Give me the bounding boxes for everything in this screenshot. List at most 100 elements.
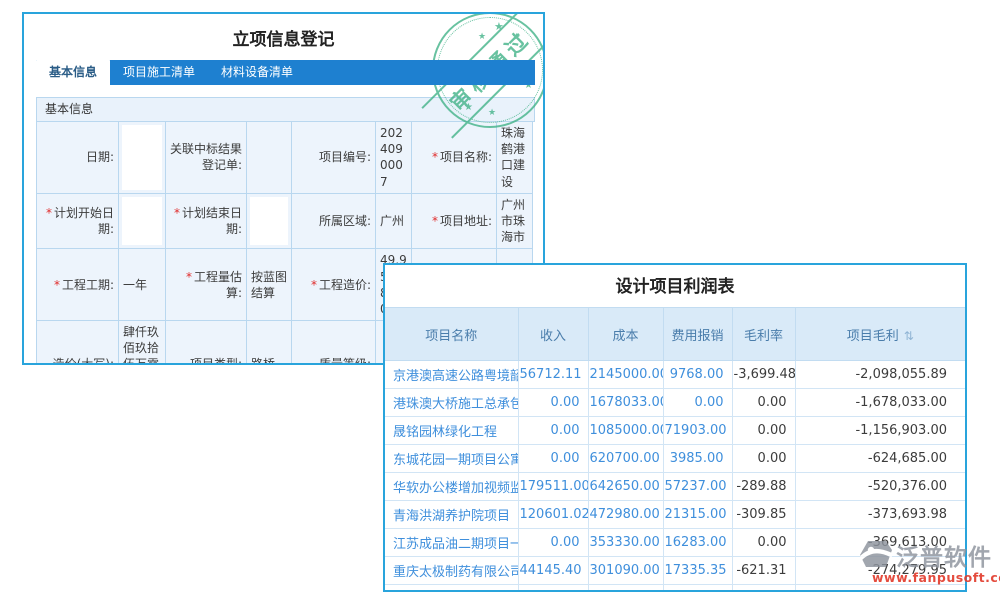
- table-row: 东城花园一期项目公寓大堂0.00620700.003985.000.00-624…: [385, 445, 965, 473]
- fanpu-logo-icon: [860, 541, 892, 569]
- value-cell: 2145000.00: [588, 361, 663, 389]
- value-cell: -2,098,055.89: [795, 361, 965, 389]
- column-header: 项目名称: [385, 308, 518, 361]
- field-label: 所属区域:: [292, 193, 376, 249]
- profit-report-title: 设计项目利润表: [385, 265, 965, 307]
- project-name-link[interactable]: 青海洪湖养护院项目: [385, 501, 518, 529]
- field-label: *计划结束日期:: [166, 193, 247, 249]
- tab-basic-info[interactable]: 基本信息: [36, 58, 110, 85]
- text-input[interactable]: [122, 197, 162, 246]
- field-value: [119, 122, 166, 194]
- field-label: *计划开始日期:: [37, 193, 119, 249]
- field-label: 日期:: [37, 122, 119, 194]
- value-cell: 56712.11: [518, 361, 588, 389]
- value-cell: 16283.00: [663, 529, 732, 557]
- value-cell: 1085000.00: [588, 417, 663, 445]
- column-header: 毛利率: [732, 308, 795, 361]
- tab-construction-list[interactable]: 项目施工清单: [110, 60, 208, 85]
- table-row: 京港澳高速公路粤境韶关至56712.112145000.009768.00-3,…: [385, 361, 965, 389]
- field-value: 广州: [376, 193, 412, 249]
- project-name-link[interactable]: 东城花园一期项目公寓大堂: [385, 445, 518, 473]
- value-cell: 301090.00: [588, 557, 663, 585]
- value-cell: -520,376.00: [795, 473, 965, 501]
- value-cell: 1678033.00: [588, 389, 663, 417]
- project-name-link[interactable]: 港珠澳大桥施工总承包项目: [385, 389, 518, 417]
- field-label: *项目地址:: [412, 193, 497, 249]
- table-row: 晟铭园林绿化工程0.001085000.0071903.000.00-1,156…: [385, 417, 965, 445]
- sort-icon[interactable]: ⇅: [904, 329, 914, 343]
- field-value: 按蓝图结算: [247, 249, 292, 321]
- value-cell: 200230.00: [663, 585, 732, 593]
- value-cell: 0.00: [732, 585, 795, 593]
- column-header: 费用报销: [663, 308, 732, 361]
- field-label: *项目名称:: [412, 122, 497, 194]
- field-label: 质量等级:: [292, 321, 376, 365]
- value-cell: 620700.00: [588, 445, 663, 473]
- value-cell: -1,156,903.00: [795, 417, 965, 445]
- required-asterisk: *: [311, 278, 317, 292]
- profit-table-header-row: 项目名称收入成本费用报销毛利率项目毛利⇅: [385, 308, 965, 361]
- field-value: [247, 193, 292, 249]
- value-cell: 0.00: [588, 585, 663, 593]
- field-value: 路桥: [247, 321, 292, 365]
- project-name-link[interactable]: 晟铭园林绿化工程: [385, 417, 518, 445]
- field-label: *工程造价:: [292, 249, 376, 321]
- required-asterisk: *: [46, 206, 52, 220]
- field-label: 关联中标结果登记单:: [166, 122, 247, 194]
- column-header: 成本: [588, 308, 663, 361]
- field-label: *工程工期:: [37, 249, 119, 321]
- value-cell: -3,699.48: [732, 361, 795, 389]
- value-cell: -289.88: [732, 473, 795, 501]
- value-cell: 0.00: [518, 389, 588, 417]
- value-cell: 472980.00: [588, 501, 663, 529]
- table-row: 港珠澳大桥施工总承包项目0.001678033.000.000.00-1,678…: [385, 389, 965, 417]
- project-name-link[interactable]: 京港澳高速公路粤境韶关至: [385, 361, 518, 389]
- value-cell: 0.00: [732, 389, 795, 417]
- required-asterisk: *: [432, 150, 438, 164]
- table-row: 青海洪湖养护院项目120601.02472980.0021315.00-309.…: [385, 501, 965, 529]
- text-input[interactable]: [250, 197, 288, 246]
- project-name-link[interactable]: 重庆太极制药有限公司亳州: [385, 557, 518, 585]
- project-name-link[interactable]: 江苏成品油二期项目一标段: [385, 529, 518, 557]
- form-row: 日期: 关联中标结果登记单: 项目编号:2024090007*项目名称:珠海鹤港口建…: [37, 122, 533, 194]
- value-cell: -621.31: [732, 557, 795, 585]
- field-label: 造价(大写):: [37, 321, 119, 365]
- form-row: *计划开始日期: *计划结束日期: 所属区域:广州*项目地址:广州市珠海市: [37, 193, 533, 249]
- value-cell: 44145.40: [518, 557, 588, 585]
- vendor-url: www.fanpusoft.com: [872, 570, 1000, 585]
- value-cell: 57237.00: [663, 473, 732, 501]
- required-asterisk: *: [432, 214, 438, 228]
- value-cell: 0.00: [518, 529, 588, 557]
- value-cell: 17335.35: [663, 557, 732, 585]
- text-input[interactable]: [122, 125, 162, 190]
- required-asterisk: *: [186, 270, 192, 284]
- table-row: 华软办公楼增加视频监控项179511.00642650.0057237.00-2…: [385, 473, 965, 501]
- tab-material-equipment-list[interactable]: 材料设备清单: [208, 60, 306, 85]
- value-cell: 120601.02: [518, 501, 588, 529]
- required-asterisk: *: [174, 206, 180, 220]
- value-cell: 3985.00: [663, 445, 732, 473]
- column-header: 收入: [518, 308, 588, 361]
- column-header: 项目毛利⇅: [795, 308, 965, 361]
- field-value: 一年: [119, 249, 166, 321]
- field-value: 2024090007: [376, 122, 412, 194]
- value-cell: 353330.00: [588, 529, 663, 557]
- value-cell: 0.00: [518, 417, 588, 445]
- basic-info-section-header: 基本信息: [36, 97, 535, 122]
- field-value: 珠海鹤港口建设: [497, 122, 533, 194]
- value-cell: -624,685.00: [795, 445, 965, 473]
- project-name-link[interactable]: 华软办公楼增加视频监控项: [385, 473, 518, 501]
- project-name-link[interactable]: 成渝高铁内江标段项目: [385, 585, 518, 593]
- field-value: 广州市珠海市: [497, 193, 533, 249]
- value-cell: -309.85: [732, 501, 795, 529]
- value-cell: 179511.00: [518, 473, 588, 501]
- field-label: 项目编号:: [292, 122, 376, 194]
- table-row: 成渝高铁内江标段项目0.000.00200230.000.00-200,230.…: [385, 585, 965, 593]
- value-cell: 0.00: [732, 529, 795, 557]
- value-cell: 9768.00: [663, 361, 732, 389]
- field-value: [247, 122, 292, 194]
- value-cell: 0.00: [518, 585, 588, 593]
- field-value: [119, 193, 166, 249]
- field-label: *工程量估算:: [166, 249, 247, 321]
- vendor-brand-name: 泛普软件: [896, 538, 992, 572]
